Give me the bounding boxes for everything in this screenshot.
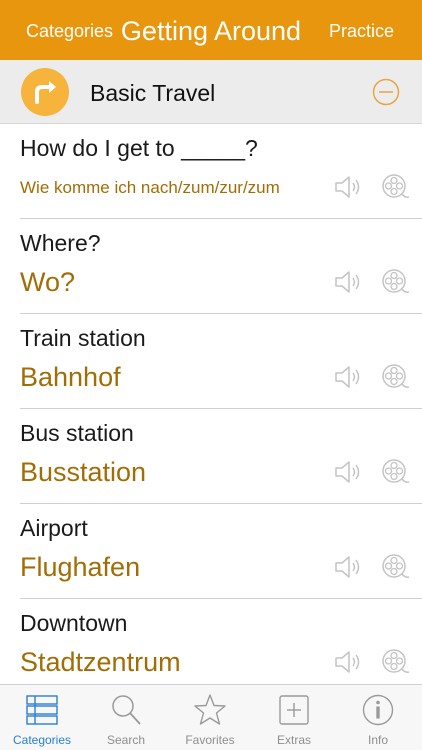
search-icon: [112, 695, 141, 725]
phrase-row[interactable]: Where? Wo?: [0, 219, 422, 314]
list-icon: [26, 695, 58, 725]
phrase-translation: Wie komme ich nach/zum/zur/zum: [20, 178, 280, 197]
phrase-english: Where?: [20, 230, 101, 256]
tab-info[interactable]: Info: [336, 685, 420, 750]
phrase-translation: Flughafen: [20, 552, 141, 582]
phrase-translation: Stadtzentrum: [20, 647, 181, 677]
phrase-english: Downtown: [20, 610, 128, 636]
phrase-english: How do I get to _____?: [20, 135, 258, 161]
collapse-minus-icon[interactable]: [372, 78, 400, 106]
phrase-row[interactable]: Downtown Stadtzentrum: [0, 599, 422, 694]
speaker-icon[interactable]: [333, 364, 363, 390]
slow-playback-reel-icon[interactable]: [380, 552, 410, 582]
section-header[interactable]: Basic Travel: [0, 60, 422, 124]
speaker-icon[interactable]: [333, 174, 363, 200]
tab-label: Info: [367, 733, 388, 747]
phrase-row[interactable]: Airport Flughafen: [0, 504, 422, 599]
tab-bar: Categories Search Favorites Extras Info: [0, 684, 422, 750]
speaker-icon[interactable]: [333, 649, 363, 675]
practice-button[interactable]: Practice: [329, 20, 394, 42]
slow-playback-reel-icon[interactable]: [380, 172, 410, 202]
speaker-icon[interactable]: [333, 269, 363, 295]
tab-label: Extras: [276, 733, 311, 747]
phrase-english: Train station: [20, 325, 146, 351]
navigation-bar: Categories Getting Around Practice: [0, 0, 422, 60]
turn-right-arrow-icon: [21, 68, 69, 116]
phrase-translation: Bahnhof: [20, 362, 121, 392]
phrase-english: Airport: [20, 515, 88, 541]
tab-categories[interactable]: Categories: [0, 685, 84, 750]
phrase-row[interactable]: Bus station Busstation: [0, 409, 422, 504]
slow-playback-reel-icon[interactable]: [380, 362, 410, 392]
tab-label: Favorites: [185, 733, 235, 747]
phrase-translation: Busstation: [20, 457, 147, 487]
info-icon: [362, 694, 394, 726]
tab-extras[interactable]: Extras: [252, 685, 336, 750]
phrase-row[interactable]: Train station Bahnhof: [0, 314, 422, 409]
tab-label: Categories: [12, 733, 72, 747]
speaker-icon[interactable]: [333, 459, 363, 485]
tab-label: Search: [106, 733, 146, 747]
phrase-translation: Wo?: [20, 267, 76, 297]
phrase-english: Bus station: [20, 420, 134, 446]
slow-playback-reel-icon[interactable]: [380, 267, 410, 297]
section-title: Basic Travel: [90, 80, 216, 106]
slow-playback-reel-icon[interactable]: [380, 457, 410, 487]
tab-favorites[interactable]: Favorites: [168, 685, 252, 750]
phrase-row[interactable]: How do I get to _____? Wie komme ich nac…: [0, 124, 422, 219]
speaker-icon[interactable]: [333, 554, 363, 580]
phrase-list: How do I get to _____? Wie komme ich nac…: [0, 124, 422, 694]
plus-box-icon: [279, 695, 309, 725]
slow-playback-reel-icon[interactable]: [380, 647, 410, 677]
tab-search[interactable]: Search: [84, 685, 168, 750]
star-icon: [194, 694, 226, 725]
